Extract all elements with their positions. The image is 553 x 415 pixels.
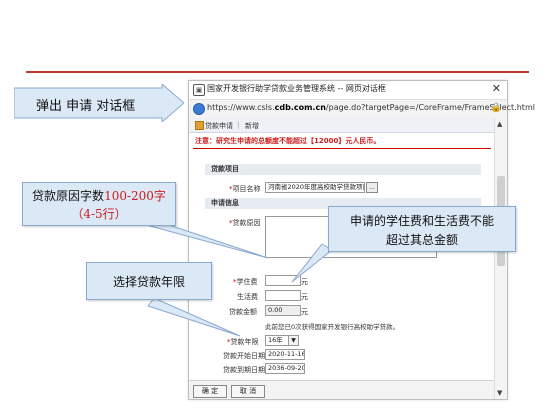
reason-callout-highlight: 100-200字 bbox=[104, 189, 166, 203]
reason-callout-pointer bbox=[148, 221, 269, 259]
years-callout-text: 选择贷款年限 bbox=[112, 275, 185, 289]
fee-limit-callout: 申请的学住费和生活费不能 超过其总金额 bbox=[328, 206, 516, 252]
loan-years-callout: 选择贷款年限 bbox=[86, 262, 212, 300]
limit-callout-line2: 超过其总金额 bbox=[385, 233, 458, 247]
limit-callout-line1: 申请的学住费和生活费不能 bbox=[349, 214, 494, 228]
reason-length-callout: 贷款原因字数100-200字 （4-5行） bbox=[22, 182, 176, 226]
reason-callout-line2: （4-5行） bbox=[71, 207, 127, 221]
reason-callout-line1: 贷款原因字数100-200字 bbox=[32, 189, 166, 203]
years-callout-pointer bbox=[147, 297, 241, 337]
limit-callout-pointer bbox=[291, 243, 333, 283]
